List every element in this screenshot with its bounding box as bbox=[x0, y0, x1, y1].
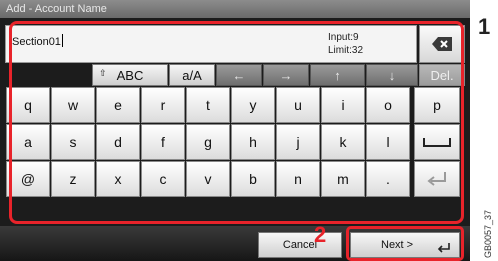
screen-title: Add - Account Name bbox=[0, 0, 470, 18]
key-m[interactable]: m bbox=[321, 161, 365, 197]
key-p[interactable]: p bbox=[414, 87, 460, 123]
key-c[interactable]: c bbox=[141, 161, 185, 197]
key-w[interactable]: w bbox=[51, 87, 95, 123]
key-n[interactable]: n bbox=[276, 161, 320, 197]
key-k[interactable]: k bbox=[321, 124, 365, 160]
cursor-down-button[interactable]: ↓ bbox=[366, 64, 418, 86]
enter-icon bbox=[437, 243, 450, 253]
backspace-button[interactable] bbox=[419, 25, 465, 63]
key-at[interactable]: @ bbox=[6, 161, 50, 197]
space-key[interactable] bbox=[414, 124, 460, 160]
enter-icon bbox=[427, 172, 446, 186]
input-count: Input:9 bbox=[328, 32, 359, 43]
delete-button[interactable]: Del. bbox=[419, 64, 465, 86]
key-j[interactable]: j bbox=[276, 124, 320, 160]
text-caret bbox=[61, 34, 63, 47]
key-s[interactable]: s bbox=[51, 124, 95, 160]
cursor-up-button[interactable]: ↑ bbox=[310, 64, 365, 86]
input-value: Section01 bbox=[12, 36, 61, 48]
backspace-icon bbox=[432, 37, 452, 51]
image-code: GB0057_37 bbox=[483, 209, 493, 258]
key-a[interactable]: a bbox=[6, 124, 50, 160]
input-row: Section01 Input:9 Limit:32 bbox=[5, 25, 465, 63]
key-z[interactable]: z bbox=[51, 161, 95, 197]
case-label: a/A bbox=[182, 67, 202, 83]
callout-2: 2 bbox=[314, 222, 327, 247]
key-q[interactable]: q bbox=[6, 87, 50, 123]
key-l[interactable]: l bbox=[366, 124, 410, 160]
key-x[interactable]: x bbox=[96, 161, 140, 197]
input-limit: Limit:32 bbox=[328, 45, 364, 56]
cursor-left-button[interactable]: ← bbox=[216, 64, 262, 86]
cursor-right-button[interactable]: → bbox=[263, 64, 309, 86]
case-toggle-button[interactable]: a/A bbox=[169, 64, 215, 86]
account-name-input[interactable]: Section01 Input:9 Limit:32 bbox=[5, 25, 417, 63]
cancel-label: Cancel bbox=[282, 239, 318, 251]
key-g[interactable]: g bbox=[186, 124, 230, 160]
key-i[interactable]: i bbox=[321, 87, 365, 123]
key-r[interactable]: r bbox=[141, 87, 185, 123]
enter-key[interactable] bbox=[414, 161, 460, 197]
cancel-button[interactable]: Cancel bbox=[258, 232, 342, 258]
right-arrow-icon: → bbox=[279, 67, 293, 83]
space-icon bbox=[423, 138, 451, 147]
key-t[interactable]: t bbox=[186, 87, 230, 123]
key-v[interactable]: v bbox=[186, 161, 230, 197]
key-h[interactable]: h bbox=[231, 124, 275, 160]
key-y[interactable]: y bbox=[231, 87, 275, 123]
key-f[interactable]: f bbox=[141, 124, 185, 160]
delete-label: Del. bbox=[430, 67, 454, 83]
mode-row: ⇧ ABC a/A ← → ↑ ↓ Del. bbox=[5, 64, 465, 86]
shift-icon: ⇧ bbox=[99, 68, 107, 78]
abc-label: ABC bbox=[116, 67, 144, 83]
abc-mode-button[interactable]: ⇧ ABC bbox=[92, 64, 168, 86]
next-button[interactable]: Next > bbox=[350, 232, 460, 258]
key-o[interactable]: o bbox=[366, 87, 410, 123]
key-u[interactable]: u bbox=[276, 87, 320, 123]
key-b[interactable]: b bbox=[231, 161, 275, 197]
key-period[interactable]: . bbox=[366, 161, 410, 197]
left-arrow-icon: ← bbox=[232, 67, 246, 83]
key-e[interactable]: e bbox=[96, 87, 140, 123]
down-arrow-icon: ↓ bbox=[388, 67, 396, 83]
callout-1: 1 bbox=[478, 14, 491, 39]
next-label: Next > bbox=[381, 239, 414, 251]
key-d[interactable]: d bbox=[96, 124, 140, 160]
up-arrow-icon: ↑ bbox=[334, 67, 341, 83]
